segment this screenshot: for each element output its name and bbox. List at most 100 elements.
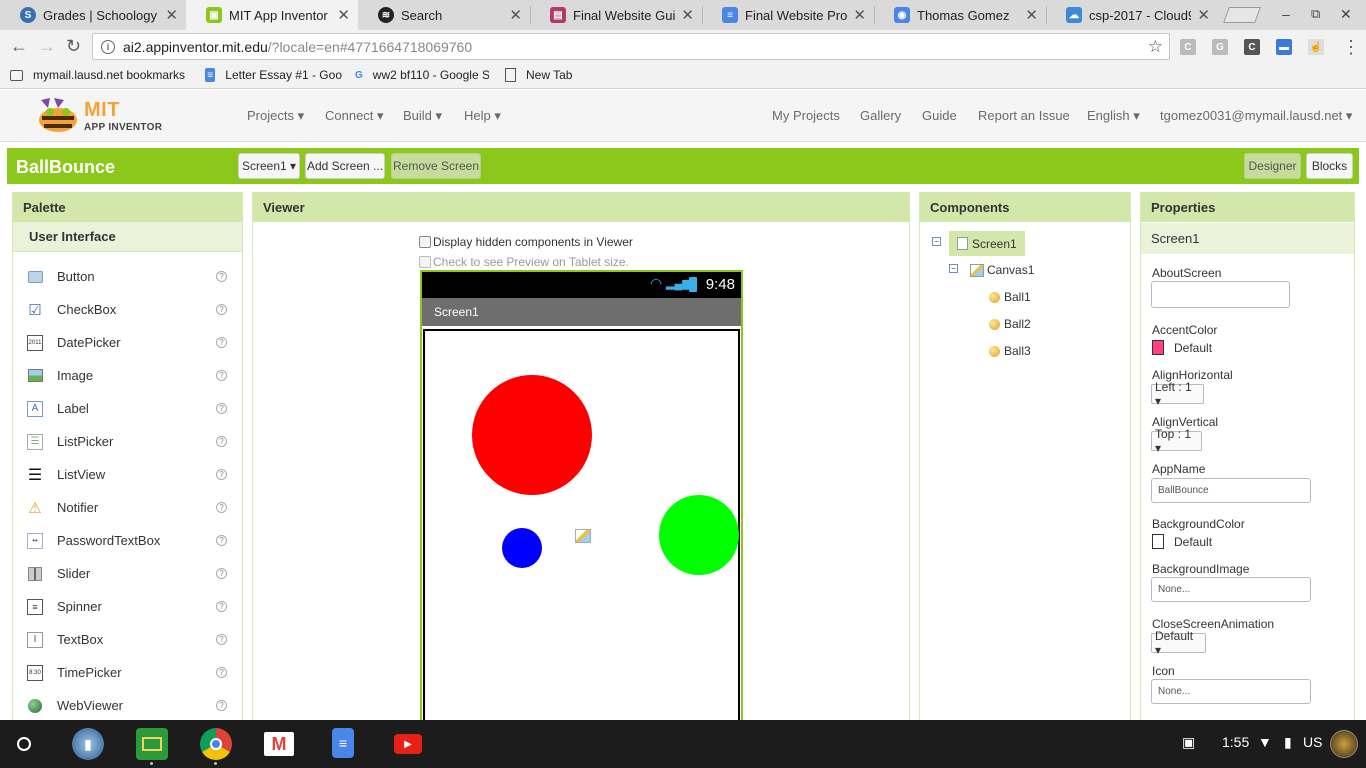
- menu-projects[interactable]: Projects ▾: [247, 108, 304, 124]
- link-my-projects[interactable]: My Projects: [772, 108, 840, 123]
- screen-select[interactable]: Screen1 ▾: [238, 153, 300, 179]
- tab-app-inventor[interactable]: ▣ MIT App Inventor ✕: [186, 0, 358, 30]
- avatar[interactable]: [1330, 730, 1358, 758]
- launcher-icon[interactable]: [17, 737, 31, 751]
- close-tab-icon[interactable]: ✕: [165, 6, 178, 24]
- canvas1[interactable]: [423, 329, 740, 721]
- palette-item-textbox[interactable]: I TextBox ?: [13, 623, 242, 656]
- checkbox-icon[interactable]: [419, 236, 431, 248]
- tablet-preview-checkbox[interactable]: Check to see Preview on Tablet size.: [419, 255, 629, 269]
- maximize-icon[interactable]: ⧉: [1311, 6, 1320, 22]
- tab-final-website-project[interactable]: ≡ Final Website Projec ✕: [702, 0, 874, 30]
- tab-final-website-guidelines[interactable]: ▤ Final Website Guidel ✕: [530, 0, 702, 30]
- defender-icon[interactable]: ▮: [72, 728, 104, 760]
- bookmark-item[interactable]: mymail.lausd.net bookmarks: [10, 68, 196, 82]
- minimize-icon[interactable]: –: [1282, 6, 1290, 22]
- prop-accent-picker[interactable]: Default: [1152, 340, 1212, 355]
- account-menu[interactable]: tgomez0031@mymail.lausd.net ▾: [1160, 108, 1352, 124]
- info-icon[interactable]: i: [101, 39, 115, 54]
- menu-icon[interactable]: ⋮: [1342, 37, 1360, 58]
- prop-closeanim-select[interactable]: Default ▾: [1151, 629, 1206, 657]
- palette-item-checkbox[interactable]: ☑ CheckBox ?: [13, 293, 242, 326]
- battery-icon[interactable]: ▮: [1284, 734, 1292, 751]
- help-icon[interactable]: ?: [216, 469, 227, 480]
- tree-item-ball2[interactable]: Ball2: [987, 313, 1031, 335]
- close-tab-icon[interactable]: ✕: [681, 6, 694, 24]
- prop-appname-input[interactable]: BallBounce: [1151, 478, 1311, 503]
- tree-item-screen1[interactable]: Screen1: [949, 231, 1025, 256]
- back-icon[interactable]: ←: [10, 36, 28, 57]
- palette-item-slider[interactable]: Slider ?: [13, 557, 242, 590]
- link-gallery[interactable]: Gallery: [860, 108, 901, 123]
- display-hidden-checkbox[interactable]: Display hidden components in Viewer: [419, 235, 633, 249]
- close-tab-icon[interactable]: ✕: [1025, 6, 1038, 24]
- clock[interactable]: 1:55: [1222, 734, 1249, 750]
- bookmark-item[interactable]: New Tab: [505, 68, 595, 82]
- help-icon[interactable]: ?: [216, 634, 227, 645]
- reload-icon[interactable]: ↻: [66, 36, 81, 57]
- remove-screen-button[interactable]: Remove Screen: [391, 153, 481, 179]
- tab-search[interactable]: ≋ Search ✕: [358, 0, 530, 30]
- youtube-icon[interactable]: ▶: [394, 734, 422, 754]
- palette-item-button[interactable]: Button ?: [13, 260, 242, 293]
- close-tab-icon[interactable]: ✕: [853, 6, 866, 24]
- bookmark-star-icon[interactable]: ☆: [1148, 37, 1163, 57]
- extension-icon[interactable]: ▬: [1276, 39, 1292, 55]
- prop-bgcolor-picker[interactable]: Default: [1152, 534, 1212, 549]
- help-icon[interactable]: ?: [216, 502, 227, 513]
- close-tab-icon[interactable]: ✕: [1197, 6, 1210, 24]
- tree-item-canvas1[interactable]: Canvas1: [970, 259, 1034, 281]
- close-tab-icon[interactable]: ✕: [509, 6, 522, 24]
- link-report-issue[interactable]: Report an Issue: [978, 108, 1070, 123]
- collapse-screen-toggle[interactable]: −: [932, 237, 941, 246]
- palette-item-notifier[interactable]: ⚠ Notifier ?: [13, 491, 242, 524]
- ball1[interactable]: [472, 375, 592, 495]
- extension-icon[interactable]: G: [1212, 39, 1228, 55]
- prop-about-input[interactable]: [1151, 281, 1290, 308]
- bookmark-item[interactable]: G ww2 bf110 - Google S: [355, 68, 489, 82]
- palette-item-listview[interactable]: ☰ ListView ?: [13, 458, 242, 491]
- extension-icon[interactable]: C: [1244, 39, 1260, 55]
- menu-help[interactable]: Help ▾: [464, 108, 501, 124]
- address-bar[interactable]: i ai2.appinventor.mit.edu/?locale=en#477…: [92, 33, 1170, 60]
- palette-item-timepicker[interactable]: 8:30 TimePicker ?: [13, 656, 242, 689]
- wifi-icon[interactable]: ▼: [1258, 734, 1272, 750]
- keyboard-locale[interactable]: US: [1303, 734, 1322, 750]
- help-icon[interactable]: ?: [216, 667, 227, 678]
- app-inventor-logo[interactable]: MIT APP INVENTOR: [36, 96, 166, 138]
- help-icon[interactable]: ?: [216, 304, 227, 315]
- help-icon[interactable]: ?: [216, 601, 227, 612]
- tab-thomas-gomez[interactable]: ◉ Thomas Gomez ✕: [874, 0, 1046, 30]
- prop-icon-picker[interactable]: None...: [1151, 679, 1311, 704]
- help-icon[interactable]: ?: [216, 535, 227, 546]
- close-window-icon[interactable]: ✕: [1340, 6, 1352, 23]
- forward-icon[interactable]: →: [38, 36, 56, 57]
- add-screen-button[interactable]: Add Screen ...: [305, 153, 385, 179]
- close-tab-icon[interactable]: ✕: [337, 6, 350, 24]
- palette-item-listpicker[interactable]: ☰ ListPicker ?: [13, 425, 242, 458]
- bookmark-item[interactable]: ≡ Letter Essay #1 - Goo: [205, 68, 342, 82]
- prop-alignv-select[interactable]: Top : 1 ▾: [1151, 427, 1202, 455]
- help-icon[interactable]: ?: [216, 370, 227, 381]
- help-icon[interactable]: ?: [216, 568, 227, 579]
- help-icon[interactable]: ?: [216, 436, 227, 447]
- prop-alignh-select[interactable]: Left : 1 ▾: [1151, 380, 1204, 408]
- palette-item-webviewer[interactable]: WebViewer ?: [13, 689, 242, 721]
- help-icon[interactable]: ?: [216, 700, 227, 711]
- checkbox-icon[interactable]: [419, 256, 431, 268]
- prop-bgimage-picker[interactable]: None...: [1151, 577, 1311, 602]
- palette-item-image[interactable]: Image ?: [13, 359, 242, 392]
- palette-item-passwordtextbox[interactable]: •• PasswordTextBox ?: [13, 524, 242, 557]
- blocks-button[interactable]: Blocks: [1306, 153, 1353, 179]
- palette-item-spinner[interactable]: ≡ Spinner ?: [13, 590, 242, 623]
- menu-connect[interactable]: Connect ▾: [325, 108, 384, 124]
- tree-item-ball1[interactable]: Ball1: [987, 286, 1031, 308]
- ball3[interactable]: [659, 495, 739, 575]
- chrome-icon[interactable]: [200, 728, 232, 760]
- menu-build[interactable]: Build ▾: [403, 108, 442, 124]
- designer-button[interactable]: Designer: [1244, 153, 1301, 179]
- palette-item-label[interactable]: A Label ?: [13, 392, 242, 425]
- link-guide[interactable]: Guide: [922, 108, 957, 123]
- collapse-canvas-toggle[interactable]: −: [949, 264, 958, 273]
- screenshot-icon[interactable]: ▣: [1182, 734, 1195, 751]
